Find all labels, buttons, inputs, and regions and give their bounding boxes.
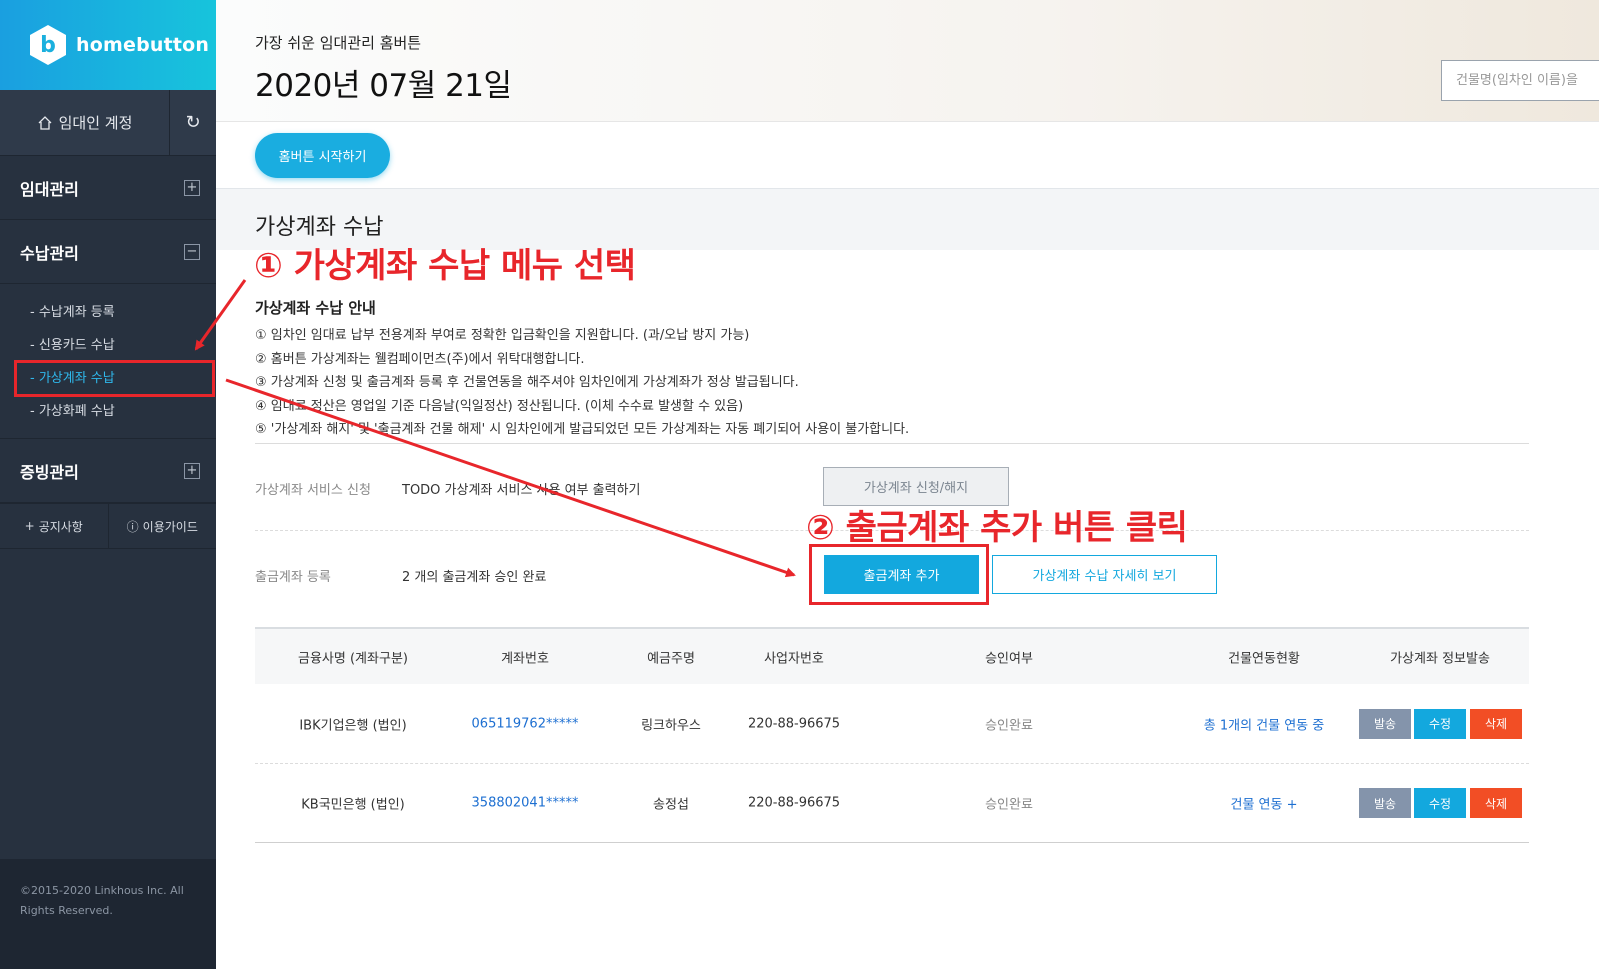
guide-line: ④ 임대료 정산은 영업일 기준 다음날(익일정산) 정산됩니다. (이체 수수… [255, 398, 744, 414]
account-number-link[interactable]: 358802041***** [472, 796, 579, 811]
logo-text: homebutton [76, 34, 210, 56]
guide-line: ③ 가상계좌 신청 및 출금계좌 등록 후 건물연동을 해주셔야 임차인에게 가… [255, 375, 799, 390]
edit-button[interactable]: 수정 [1414, 708, 1466, 739]
virtual-account-detail-button[interactable]: 가상계좌 수납 자세히 보기 [992, 555, 1217, 594]
biz-number-cell: 220-88-96675 [747, 795, 841, 811]
plus-icon: + [24, 519, 35, 533]
annotation-step1: ① 가상계좌 수납 메뉴 선택 [254, 246, 636, 286]
menu-group-rental[interactable]: 임대관리 + [0, 156, 216, 220]
notice-link[interactable]: + 공지사항 [0, 504, 109, 548]
start-homebutton-button[interactable]: 홈버튼 시작하기 [255, 133, 390, 178]
annotation-highlight-menu [14, 360, 215, 397]
delete-button[interactable]: 삭제 [1470, 708, 1522, 739]
bank-cell: KB국민은행 (법인) [301, 797, 405, 813]
notice-label: 공지사항 [38, 519, 83, 534]
delete-button[interactable]: 삭제 [1470, 788, 1522, 818]
column-header: 건물연동현황 [1228, 651, 1300, 666]
edit-button[interactable]: 수정 [1414, 788, 1466, 818]
status-cell: 승인완료 [985, 718, 1033, 733]
building-link[interactable]: 건물 연동 + [1231, 794, 1298, 813]
table-row: IBK기업은행 (법인) 065119762***** 링크하우스 220-88… [255, 684, 1529, 763]
column-header: 예금주명 [647, 651, 695, 666]
column-header: 가상계좌 정보발송 [1390, 651, 1490, 666]
holder-cell: 송정섭 [653, 797, 689, 813]
guide-title: 가상계좌 수납 안내 [255, 299, 376, 317]
table-row: KB국민은행 (법인) 358802041***** 송정섭 220-88-96… [255, 763, 1529, 842]
menu-group-label: 수납관리 [20, 243, 79, 263]
landlord-account-button[interactable]: 임대인 계정 [0, 90, 170, 155]
service-value: TODO 가상계좌 서비스 사용 여부 출력하기 [402, 483, 641, 498]
page-date: 2020년 07월 21일 [255, 68, 512, 104]
guide-link[interactable]: ⓘ 이용가이드 [109, 504, 217, 548]
holder-cell: 링크하우스 [641, 718, 701, 733]
menu-group-evidence[interactable]: 증빙관리 + [0, 439, 216, 503]
home-icon [38, 115, 52, 130]
column-header: 계좌번호 [501, 651, 549, 666]
guide-box: 가상계좌 수납 안내 ① 임차인 임대료 납부 전용계좌 부여로 정확한 입금확… [255, 297, 909, 442]
guide-line: ① 임차인 임대료 납부 전용계좌 부여로 정확한 입금확인을 지원합니다. (… [255, 328, 750, 343]
divider [255, 443, 1529, 444]
logo-icon: b [30, 25, 66, 65]
building-link[interactable]: 총 1개의 건물 연동 중 [1204, 714, 1324, 733]
service-label: 가상계좌 서비스 신청 [255, 483, 371, 498]
status-cell: 승인완료 [985, 797, 1033, 813]
guide-label: 이용가이드 [142, 519, 198, 534]
info-icon: ⓘ [126, 519, 139, 534]
table-header: 금융사명 (계좌구분) 계좌번호 예금주명 사업자번호 승인여부 건물연동현황 … [255, 627, 1529, 684]
biz-number-cell: 220-88-96675 [747, 716, 841, 731]
account-label: 임대인 계정 [58, 114, 133, 132]
expand-icon[interactable]: + [184, 462, 200, 479]
copyright: ©2015-2020 Linkhous Inc. All Rights Rese… [0, 859, 216, 969]
logo[interactable]: b homebutton [0, 0, 216, 90]
withdraw-value: 2 개의 출금계좌 승인 완료 [402, 570, 547, 585]
sidebar: b homebutton 임대인 계정 ↻ 임대관리 + 수납관리 − - 수납… [0, 0, 216, 969]
bank-cell: IBK기업은행 (법인) [299, 718, 407, 733]
column-header: 사업자번호 [764, 651, 824, 666]
search-input[interactable]: 건물명(임차인 이름)을 [1441, 60, 1599, 101]
submenu-item-crypto[interactable]: - 가상화폐 수납 [0, 393, 216, 426]
annotation-highlight-button [809, 544, 989, 605]
column-header: 금융사명 (계좌구분) [298, 651, 408, 666]
expand-icon[interactable]: + [184, 179, 200, 196]
guide-line: ⑤ '가상계좌 해지' 및 '출금계좌 건물 해제' 시 임차인에게 발급되었던… [255, 422, 910, 437]
menu-group-payment[interactable]: 수납관리 − [0, 220, 216, 284]
withdraw-label: 출금계좌 등록 [255, 570, 331, 585]
account-row: 임대인 계정 ↻ [0, 90, 216, 156]
page-title: 가상계좌 수납 [255, 215, 384, 240]
refresh-icon[interactable]: ↻ [170, 90, 216, 155]
tagline: 가장 쉬운 임대관리 홈버튼 [255, 34, 422, 52]
bottom-links: + 공지사항 ⓘ 이용가이드 [0, 503, 216, 549]
table-bottom-border [255, 842, 1529, 843]
menu-group-label: 증빙관리 [20, 462, 79, 482]
submenu-item-credit-card[interactable]: - 신용카드 수납 [0, 327, 216, 360]
send-button[interactable]: 발송 [1359, 788, 1411, 818]
column-header: 승인여부 [985, 651, 1033, 666]
header: 가장 쉬운 임대관리 홈버튼 2020년 07월 21일 건물명(임차인 이름)… [216, 0, 1599, 122]
annotation-step2: ② 출금계좌 추가 버튼 클릭 [806, 508, 1188, 548]
send-button[interactable]: 발송 [1359, 708, 1411, 739]
guide-line: ② 홈버튼 가상계좌는 웰컴페이먼츠(주)에서 위탁대행합니다. [255, 351, 585, 367]
account-number-link[interactable]: 065119762***** [472, 716, 579, 731]
account-table: 금융사명 (계좌구분) 계좌번호 예금주명 사업자번호 승인여부 건물연동현황 … [255, 627, 1529, 843]
collapse-icon[interactable]: − [184, 243, 200, 260]
start-area: 홈버튼 시작하기 [216, 122, 1599, 189]
menu-group-label: 임대관리 [20, 179, 79, 199]
submenu-item-account-register[interactable]: - 수납계좌 등록 [0, 294, 216, 327]
